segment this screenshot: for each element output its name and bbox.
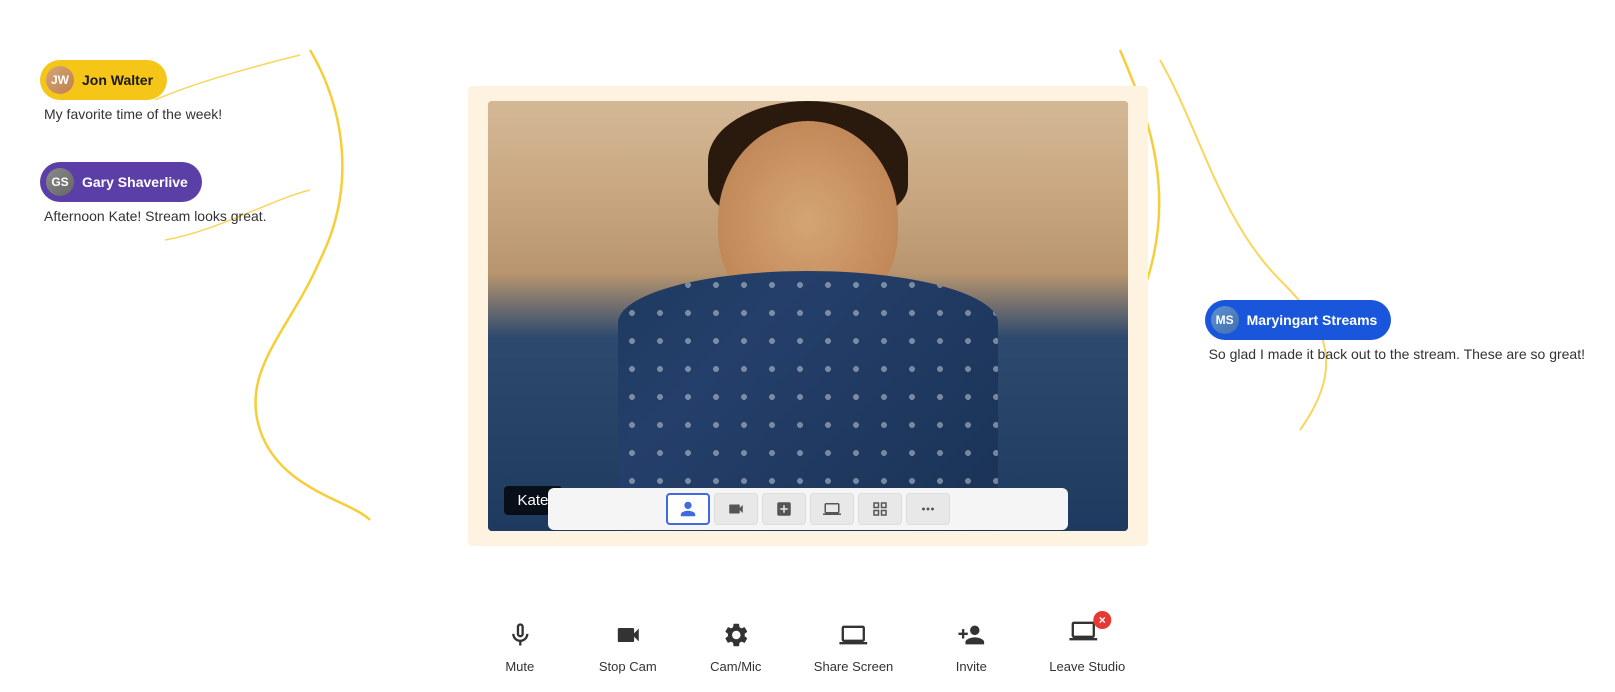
presenter-video [488,101,1128,531]
bottom-controls: Mute Stop Cam Cam/Mic Share Screen [490,617,1125,674]
stop-cam-icon [610,617,646,653]
strip-more-button[interactable] [906,493,950,525]
mute-icon [502,617,538,653]
chat-right-container: MS Maryingart Streams So glad I made it … [1205,300,1585,402]
maryingart-avatar-image: MS [1211,306,1239,334]
strip-add-button[interactable] [762,493,806,525]
gary-avatar-image: GS [46,168,74,196]
video-frame: Kate [488,101,1128,531]
maryingart-message: So glad I made it back out to the stream… [1205,346,1585,362]
gary-message: Afternoon Kate! Stream looks great. [40,208,267,224]
maryingart-avatar: MS [1211,306,1239,334]
video-container: Kate [468,86,1148,546]
leave-studio-label: Leave Studio [1049,659,1125,674]
jon-bubble-header: JW Jon Walter [40,60,167,100]
share-screen-button[interactable]: Share Screen [814,617,894,674]
chat-bubble-jon: JW Jon Walter My favorite time of the we… [40,60,267,122]
jon-name: Jon Walter [82,72,153,88]
cam-mic-icon [718,617,754,653]
gary-avatar: GS [46,168,74,196]
chat-bubble-gary: GS Gary Shaverlive Afternoon Kate! Strea… [40,162,267,224]
maryingart-bubble-header: MS Maryingart Streams [1205,300,1392,340]
invite-button[interactable]: Invite [941,617,1001,674]
invite-icon [953,617,989,653]
stop-cam-button[interactable]: Stop Cam [598,617,658,674]
leave-studio-button[interactable]: × Leave Studio [1049,617,1125,674]
leave-red-circle: × [1093,611,1111,629]
mute-button[interactable]: Mute [490,617,550,674]
jon-avatar-image: JW [46,66,74,94]
share-screen-label: Share Screen [814,659,894,674]
gary-bubble-header: GS Gary Shaverlive [40,162,202,202]
strip-screen-button[interactable] [810,493,854,525]
chat-bubble-maryingart: MS Maryingart Streams So glad I made it … [1205,300,1585,362]
leave-studio-icon: × [1069,617,1105,653]
toolbar-strip [548,488,1068,530]
strip-grid-button[interactable] [858,493,902,525]
strip-person-button[interactable] [666,493,710,525]
invite-label: Invite [956,659,987,674]
cam-mic-button[interactable]: Cam/Mic [706,617,766,674]
stop-cam-label: Stop Cam [599,659,657,674]
mute-label: Mute [505,659,534,674]
gary-name: Gary Shaverlive [82,174,188,190]
leave-icon-wrapper: × [1069,617,1105,653]
jon-message: My favorite time of the week! [40,106,267,122]
strip-camera-button[interactable] [714,493,758,525]
share-screen-icon [836,617,872,653]
chat-left-container: JW Jon Walter My favorite time of the we… [40,60,267,264]
cam-mic-label: Cam/Mic [710,659,761,674]
maryingart-name: Maryingart Streams [1247,312,1378,328]
jon-avatar: JW [46,66,74,94]
